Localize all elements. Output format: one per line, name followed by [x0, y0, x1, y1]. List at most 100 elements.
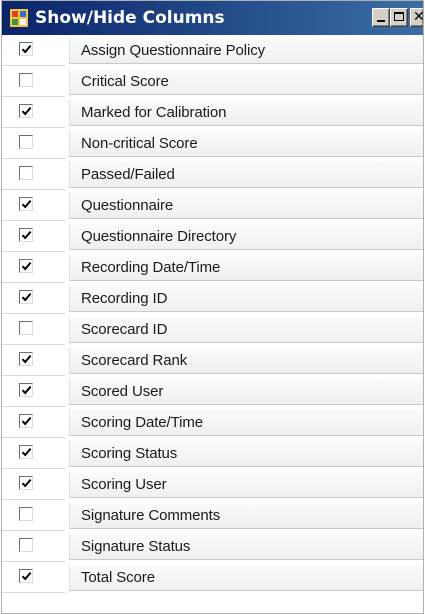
- column-label: Questionnaire: [81, 197, 174, 214]
- column-label: Recording Date/Time: [81, 259, 221, 276]
- column-label: Scorecard ID: [81, 321, 168, 338]
- checkbox-cell: [2, 562, 65, 593]
- minimize-icon: [377, 20, 385, 22]
- column-row[interactable]: Scored User: [2, 376, 423, 407]
- checked-checkbox[interactable]: [19, 569, 33, 583]
- column-row[interactable]: Recording Date/Time: [2, 252, 423, 283]
- checkbox-cell: [2, 438, 65, 469]
- column-label-cell[interactable]: Assign Questionnaire Policy: [69, 37, 423, 64]
- checkbox-cell: [2, 221, 65, 252]
- column-label: Recording ID: [81, 290, 168, 307]
- column-label: Assign Questionnaire Policy: [81, 42, 266, 59]
- checked-checkbox[interactable]: [19, 197, 33, 211]
- checked-checkbox[interactable]: [19, 228, 33, 242]
- column-label: Scoring Date/Time: [81, 414, 203, 431]
- column-label: Questionnaire Directory: [81, 228, 237, 245]
- column-label: Scoring Status: [81, 445, 178, 462]
- column-label-cell[interactable]: Recording ID: [69, 285, 423, 312]
- unchecked-checkbox[interactable]: [19, 321, 33, 335]
- column-row[interactable]: Recording ID: [2, 283, 423, 314]
- column-row[interactable]: Signature Comments: [2, 500, 423, 531]
- checkbox-cell: [2, 407, 65, 438]
- column-label-cell[interactable]: Questionnaire: [69, 192, 423, 219]
- checkbox-cell: [2, 531, 65, 562]
- column-row[interactable]: Scoring Status: [2, 438, 423, 469]
- column-label-cell[interactable]: Scoring Status: [69, 440, 423, 467]
- column-label: Signature Comments: [81, 507, 221, 524]
- column-row[interactable]: Scorecard Rank: [2, 345, 423, 376]
- column-label: Scorecard Rank: [81, 352, 188, 369]
- column-row[interactable]: Assign Questionnaire Policy: [2, 35, 423, 66]
- column-row[interactable]: Questionnaire: [2, 190, 423, 221]
- column-label-cell[interactable]: Non-critical Score: [69, 130, 423, 157]
- window-title: Show/Hide Columns: [35, 8, 225, 28]
- column-row[interactable]: Non-critical Score: [2, 128, 423, 159]
- maximize-icon: [394, 12, 404, 21]
- column-label-cell[interactable]: Passed/Failed: [69, 161, 423, 188]
- checked-checkbox[interactable]: [19, 383, 33, 397]
- column-row[interactable]: Scoring User: [2, 469, 423, 500]
- column-row[interactable]: Scorecard ID: [2, 314, 423, 345]
- column-label: Non-critical Score: [81, 135, 198, 152]
- column-label-cell[interactable]: Scorecard ID: [69, 316, 423, 343]
- checked-checkbox[interactable]: [19, 414, 33, 428]
- column-row[interactable]: Marked for Calibration: [2, 97, 423, 128]
- checkbox-cell: [2, 345, 65, 376]
- checkbox-cell: [2, 500, 65, 531]
- column-label-cell[interactable]: Marked for Calibration: [69, 99, 423, 126]
- column-label-cell[interactable]: Scored User: [69, 378, 423, 405]
- unchecked-checkbox[interactable]: [19, 166, 33, 180]
- checkbox-cell: [2, 159, 65, 190]
- column-label: Critical Score: [81, 73, 169, 90]
- column-row[interactable]: Total Score: [2, 562, 423, 593]
- column-label-cell[interactable]: Signature Status: [69, 533, 423, 560]
- unchecked-checkbox[interactable]: [19, 135, 33, 149]
- checked-checkbox[interactable]: [19, 445, 33, 459]
- maximize-button[interactable]: [390, 8, 408, 27]
- checkbox-cell: [2, 97, 65, 128]
- column-label: Scoring User: [81, 476, 167, 493]
- checkbox-cell: [2, 283, 65, 314]
- checked-checkbox[interactable]: [19, 290, 33, 304]
- column-row[interactable]: Passed/Failed: [2, 159, 423, 190]
- checkbox-cell: [2, 252, 65, 283]
- close-icon: ✕: [413, 9, 425, 25]
- checkbox-cell: [2, 190, 65, 221]
- unchecked-checkbox[interactable]: [19, 538, 33, 552]
- checked-checkbox[interactable]: [19, 259, 33, 273]
- checked-checkbox[interactable]: [19, 42, 33, 56]
- close-button[interactable]: ✕: [410, 8, 425, 27]
- column-label-cell[interactable]: Scoring Date/Time: [69, 409, 423, 436]
- column-row[interactable]: Scoring Date/Time: [2, 407, 423, 438]
- column-label: Signature Status: [81, 538, 191, 555]
- title-bar[interactable]: Show/Hide Columns ✕: [2, 1, 425, 35]
- column-label: Passed/Failed: [81, 166, 175, 183]
- column-label: Scored User: [81, 383, 164, 400]
- column-row[interactable]: Signature Status: [2, 531, 423, 562]
- unchecked-checkbox[interactable]: [19, 507, 33, 521]
- checked-checkbox[interactable]: [19, 476, 33, 490]
- checked-checkbox[interactable]: [19, 104, 33, 118]
- minimize-button[interactable]: [372, 8, 390, 27]
- checkbox-cell: [2, 376, 65, 407]
- column-label-cell[interactable]: Scorecard Rank: [69, 347, 423, 374]
- checkbox-cell: [2, 469, 65, 500]
- checkbox-cell: [2, 66, 65, 97]
- checkbox-cell: [2, 128, 65, 159]
- show-hide-columns-window: Show/Hide Columns ✕ Assign Questionnaire…: [1, 0, 425, 614]
- column-label-cell[interactable]: Scoring User: [69, 471, 423, 498]
- unchecked-checkbox[interactable]: [19, 73, 33, 87]
- checkbox-cell: [2, 35, 65, 66]
- column-label-cell[interactable]: Critical Score: [69, 68, 423, 95]
- column-label: Marked for Calibration: [81, 104, 227, 121]
- checkbox-cell: [2, 314, 65, 345]
- column-label-cell[interactable]: Recording Date/Time: [69, 254, 423, 281]
- column-row[interactable]: Questionnaire Directory: [2, 221, 423, 252]
- column-label-cell[interactable]: Questionnaire Directory: [69, 223, 423, 250]
- checked-checkbox[interactable]: [19, 352, 33, 366]
- column-label-cell[interactable]: Total Score: [69, 564, 423, 591]
- column-row[interactable]: Critical Score: [2, 66, 423, 97]
- column-label: Total Score: [81, 569, 155, 586]
- app-icon: [10, 9, 28, 27]
- column-label-cell[interactable]: Signature Comments: [69, 502, 423, 529]
